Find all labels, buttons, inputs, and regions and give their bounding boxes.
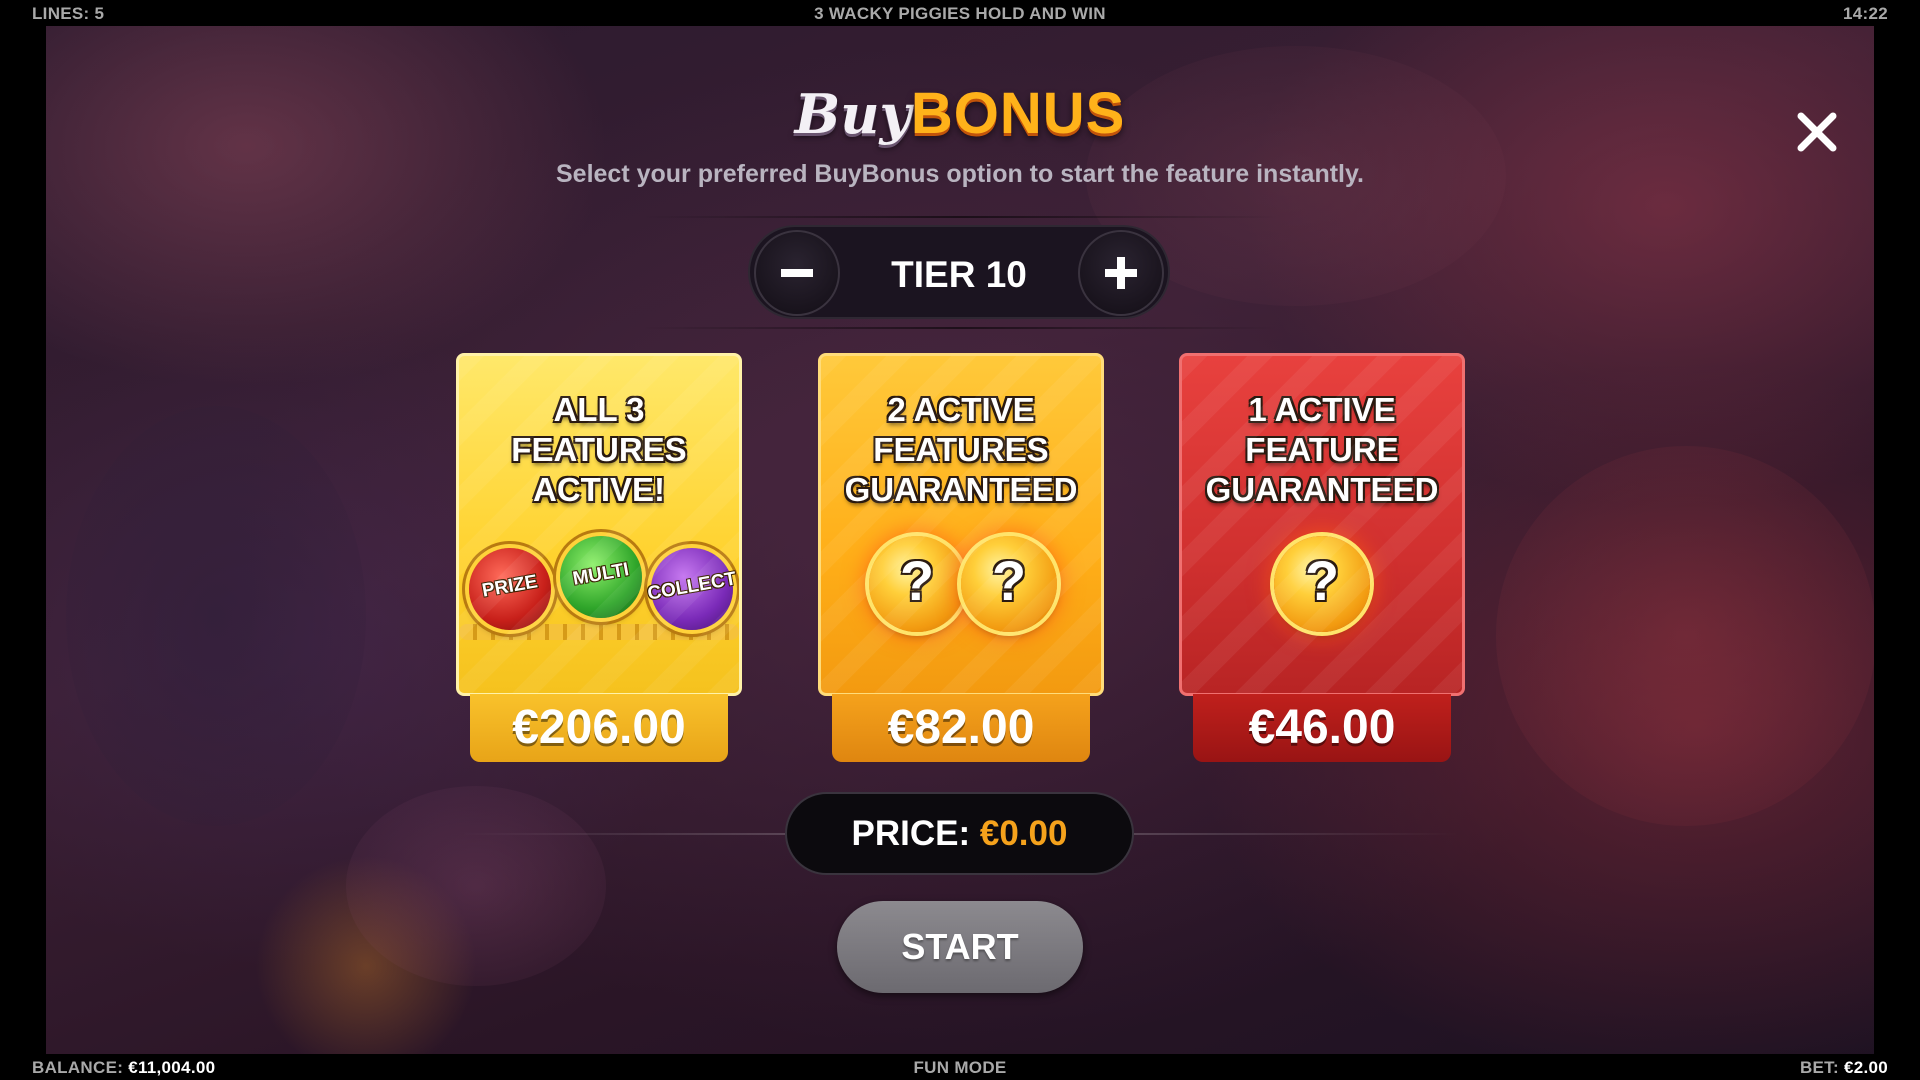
bet-display: BET: €2.00 <box>1799 1058 1888 1077</box>
plus-icon <box>1105 257 1137 289</box>
divider <box>640 216 1280 218</box>
mode-indicator: FUN MODE <box>913 1058 1007 1077</box>
tier-increase-button[interactable] <box>1078 230 1164 316</box>
collect-feature-coin: COLLECT <box>646 548 738 630</box>
clock: 14:22 <box>1843 4 1888 23</box>
game-title: 3 WACKY PIGGIES HOLD AND WIN <box>814 4 1106 23</box>
price-display: PRICE: €0.00 <box>785 792 1134 875</box>
mystery-coin-icon: ? <box>1274 536 1370 632</box>
option-card-text: 2 ACTIVE FEATURES GUARANTEED <box>844 391 1078 508</box>
price-label: PRICE: <box>851 814 971 853</box>
close-icon <box>1797 112 1837 152</box>
background-bokeh <box>346 786 606 986</box>
option-price-two-features[interactable]: €82.00 <box>832 694 1090 762</box>
option-card-text: ALL 3 FEATURES ACTIVE! <box>511 391 687 508</box>
multi-feature-coin: MULTI <box>560 536 642 618</box>
divider <box>460 833 790 835</box>
background-bokeh <box>1496 446 1874 826</box>
close-button[interactable] <box>1793 108 1841 156</box>
title-buy: Buy <box>794 82 911 146</box>
divider <box>1130 833 1460 835</box>
title-bonus: BONUS <box>910 81 1126 146</box>
subtitle: Select your preferred BuyBonus option to… <box>556 160 1364 188</box>
option-price-all-features[interactable]: €206.00 <box>470 694 728 762</box>
price-amount: €0.00 <box>979 814 1068 853</box>
divider <box>640 327 1280 329</box>
option-price-one-feature[interactable]: €46.00 <box>1193 694 1451 762</box>
bottom-bar: BALANCE: €11,004.00 FUN MODE BET: €2.00 <box>0 1054 1920 1080</box>
prize-feature-coin: PRIZE <box>469 548 551 630</box>
option-card-text: 1 ACTIVE FEATURE GUARANTEED <box>1205 391 1439 508</box>
option-card-two-features[interactable]: 2 ACTIVE FEATURES GUARANTEED ? ? <box>818 353 1104 696</box>
mystery-coin-icon: ? <box>961 536 1057 632</box>
top-bar: LINES: 5 3 WACKY PIGGIES HOLD AND WIN 14… <box>0 0 1920 26</box>
gold-coins-pile <box>459 624 739 640</box>
buy-bonus-title: BuyBONUS <box>0 80 1920 147</box>
start-button[interactable]: START <box>837 901 1083 993</box>
option-card-all-features[interactable]: ALL 3 FEATURES ACTIVE! PRIZE MULTI COLLE… <box>456 353 742 696</box>
mystery-coin-icon: ? <box>869 536 965 632</box>
tier-selector: TIER 10 <box>748 225 1170 319</box>
background-bokeh <box>66 406 366 826</box>
option-card-one-feature[interactable]: 1 ACTIVE FEATURE GUARANTEED ? <box>1179 353 1465 696</box>
